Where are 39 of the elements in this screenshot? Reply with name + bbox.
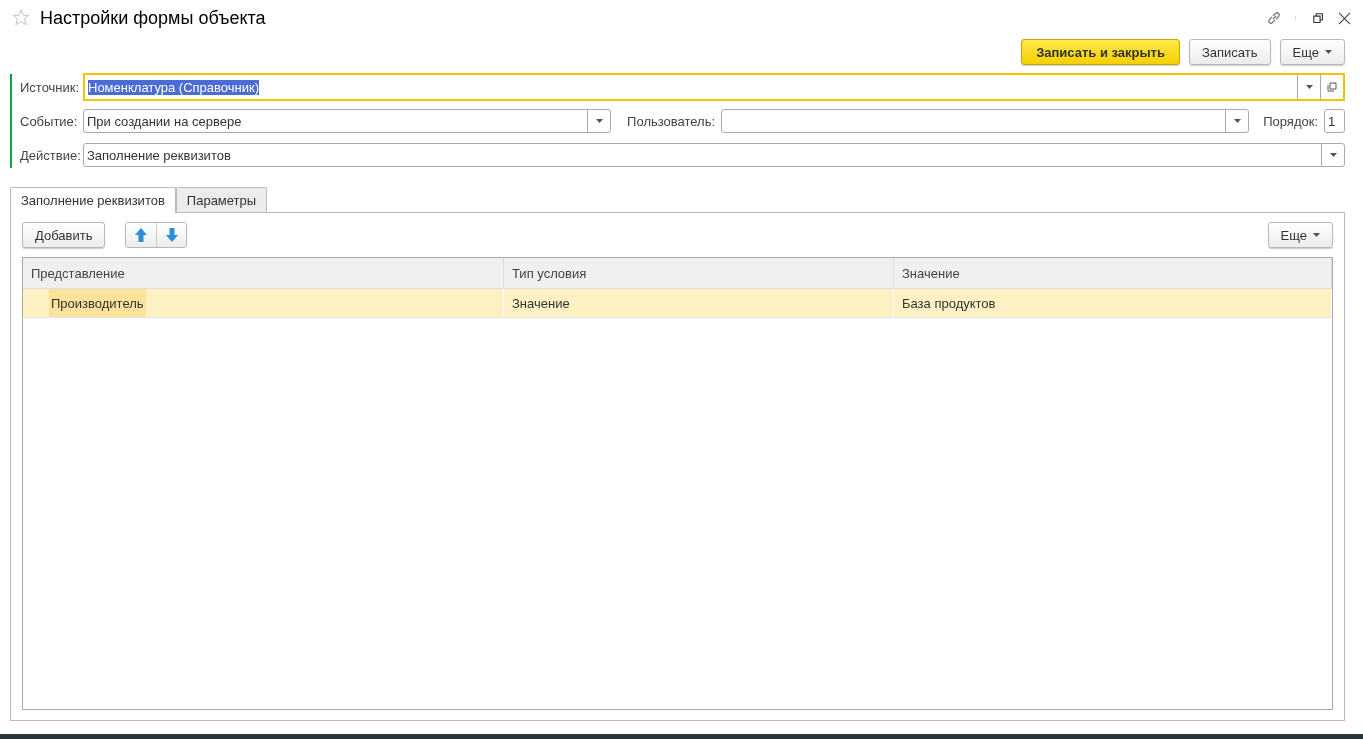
add-button[interactable]: Добавить	[22, 222, 106, 248]
save-button[interactable]: Записать	[1189, 39, 1271, 65]
caret-icon	[1313, 233, 1320, 237]
number-field[interactable]: 1	[1324, 109, 1345, 133]
caret-icon	[1305, 85, 1313, 89]
tab[interactable]: Заполнение реквизитов	[10, 187, 176, 213]
caret-icon	[1233, 119, 1241, 123]
table-cell: База продуктов	[894, 289, 1332, 317]
column-header[interactable]: Значение	[894, 258, 1332, 288]
star-icon[interactable]	[12, 9, 30, 27]
link-icon[interactable]	[1267, 11, 1281, 25]
arrow-down-icon	[165, 228, 178, 242]
table-row[interactable]: Производитель Значение База продуктов	[23, 289, 1332, 318]
column-header[interactable]: Представление	[23, 258, 504, 288]
table-cell: Производитель	[49, 289, 146, 317]
more-button[interactable]: Еще	[1267, 222, 1333, 248]
field-label: Порядок:	[1263, 113, 1318, 129]
select-field[interactable]: Номенклатура (Справочник)	[83, 73, 1345, 101]
move-down-button[interactable]	[156, 223, 187, 247]
save-close-button[interactable]: Записать и закрыть	[1021, 39, 1180, 65]
select-field[interactable]: Заполнение реквизитов	[83, 143, 1345, 167]
arrow-up-icon	[135, 228, 148, 242]
field-label: Источник:	[20, 79, 77, 95]
field-label: Событие:	[20, 113, 77, 129]
restore-icon[interactable]	[1313, 12, 1324, 24]
window-title: Настройки формы объекта	[40, 7, 266, 29]
move-up-button[interactable]	[126, 223, 157, 247]
caret-icon	[1329, 153, 1337, 157]
select-field[interactable]	[721, 109, 1250, 133]
select-field[interactable]: При создании на сервере	[83, 109, 612, 133]
caret-icon	[1325, 50, 1332, 54]
tab[interactable]: Параметры	[175, 187, 268, 212]
table-cell: Значение	[504, 289, 894, 317]
more-button[interactable]: Еще	[1279, 39, 1345, 65]
field-label: Пользователь:	[627, 113, 716, 129]
windows-icon	[1327, 82, 1337, 92]
close-icon[interactable]	[1338, 11, 1351, 25]
caret-icon	[595, 119, 603, 123]
column-header[interactable]: Тип условия	[504, 258, 894, 288]
